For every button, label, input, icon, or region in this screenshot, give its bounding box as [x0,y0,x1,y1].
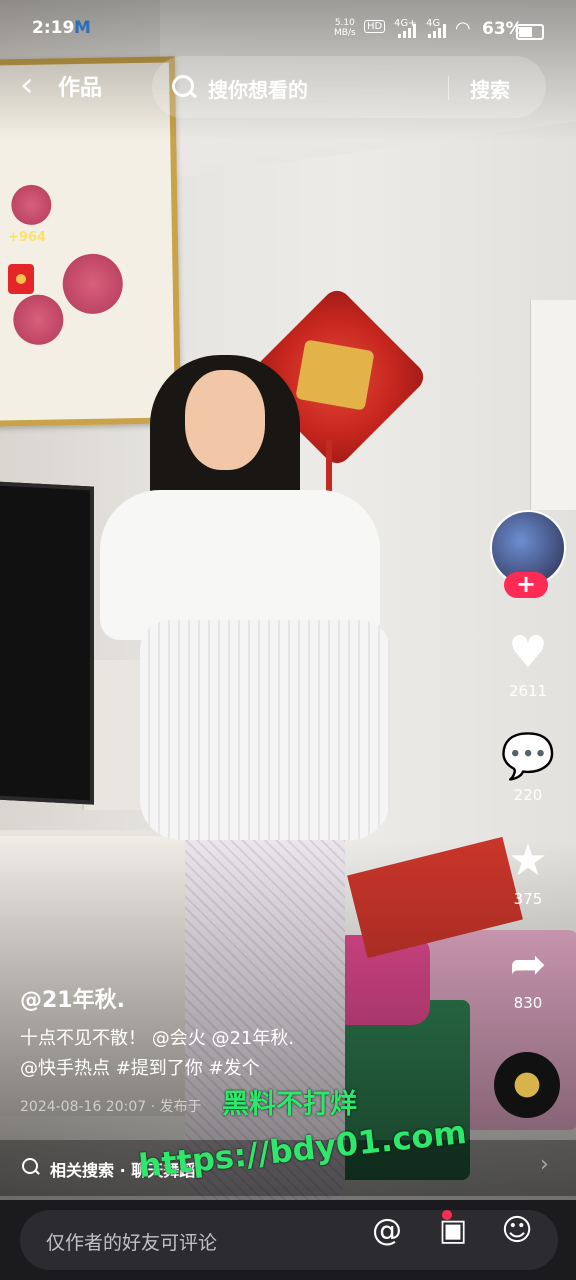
signal-icon [398,24,418,38]
at-mention-icon[interactable]: @ [370,1214,404,1248]
notification-dot [442,1210,452,1220]
heart-icon: ♥ [508,627,548,678]
follow-button[interactable]: + [504,572,548,598]
painting-flower [62,253,124,315]
net-speed: 5.10 MB/s [334,18,356,38]
watermark-text: 黑料不打烊 [222,1089,357,1120]
share-arrow-icon: ➦ [509,939,547,990]
painting-flower [11,184,52,226]
chevron-left-icon: ‹ [20,65,34,105]
hd-icon: HD [364,20,386,33]
comment-icon: 💬 [500,731,556,782]
battery-icon [516,24,544,40]
painting-flower [12,294,64,346]
carrier-icon: M [74,18,91,38]
person-face [185,370,265,470]
share-button[interactable]: ➦ 830 [490,939,566,1013]
television [0,481,94,805]
person-skirt [140,620,390,840]
chevron-right-icon: › [540,1152,549,1177]
caption-line: @快手热点 #提到了你 #发个 [20,1058,260,1079]
like-button[interactable]: ♥ 2611 [490,627,566,701]
calligraphy-scroll [530,300,576,510]
search-icon [172,75,194,97]
share-count: 830 [513,994,543,1012]
person-top [100,490,380,640]
comment-button[interactable]: 💬 220 [490,731,566,805]
search-icon [22,1158,38,1174]
page-title: 作品 [58,76,103,101]
caption-line: 十点不见不散！ @会火 @21年秋. [20,1028,295,1049]
comment-bar: 仅作者的好友可评论 @ ▣ ☺ [0,1200,576,1280]
like-count: 2611 [508,682,548,700]
post-caption[interactable]: 十点不见不散！ @会火 @21年秋. @快手热点 #提到了你 #发个 [20,1024,490,1084]
comment-input[interactable]: 仅作者的好友可评论 [20,1210,558,1270]
search-button[interactable]: 搜索 [470,74,510,103]
wifi-icon: ◠ [455,18,471,39]
comment-placeholder: 仅作者的好友可评论 [46,1232,218,1254]
star-icon: ★ [508,835,548,886]
comment-count: 220 [513,786,543,804]
favorite-button[interactable]: ★ 375 [490,835,566,909]
status-bar: 2:19 M 5.10 MB/s HD 4G+ 4G ◠ 63% [0,0,576,60]
video-frame[interactable] [0,0,576,1200]
search-divider [448,76,449,100]
net-speed-unit: MB/s [334,28,356,38]
net-speed-value: 5.10 [334,18,355,28]
status-time: 2:19 [32,18,75,38]
author-name[interactable]: @21年秋. [20,982,125,1014]
search-input[interactable]: 搜你想看的 [208,74,308,103]
reward-amount: +964 [8,230,47,245]
favorite-count: 375 [513,890,543,908]
post-meta: 2024-08-16 20:07 · 发布于 [20,1099,202,1115]
image-icon[interactable]: ▣ [436,1214,470,1248]
chinese-knot-center [295,339,375,411]
reward-widget[interactable]: +964 [8,230,56,300]
red-envelope-icon [8,264,34,294]
emoji-icon[interactable]: ☺ [500,1214,534,1248]
music-disc-icon[interactable] [494,1052,560,1118]
search-bar[interactable]: 搜你想看的 搜索 [152,56,546,118]
signal-icon [428,24,448,38]
back-button[interactable]: ‹ [20,68,60,104]
